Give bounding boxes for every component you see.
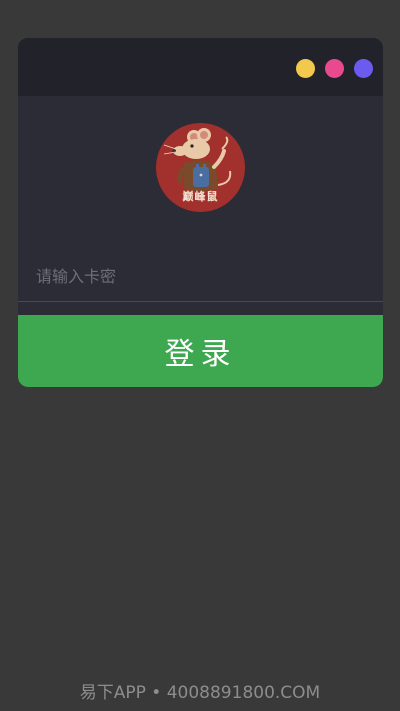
window-dots xyxy=(296,59,373,78)
card-titlebar xyxy=(18,38,383,96)
logo-avatar: 巅峰鼠 xyxy=(156,123,245,212)
logo-text: 巅峰鼠 xyxy=(182,190,219,203)
card-key-input[interactable] xyxy=(18,251,383,301)
login-card: 巅峰鼠 登录 xyxy=(18,38,383,387)
pink-dot-icon xyxy=(325,59,344,78)
purple-dot-icon xyxy=(354,59,373,78)
login-button[interactable]: 登录 xyxy=(18,315,383,387)
login-screen: 巅峰鼠 登录 易下APP • 4008891800.COM xyxy=(0,0,400,711)
footer-text: 易下APP • 4008891800.COM xyxy=(79,683,321,703)
card-key-field-wrap xyxy=(18,251,383,302)
yellow-dot-icon xyxy=(296,59,315,78)
